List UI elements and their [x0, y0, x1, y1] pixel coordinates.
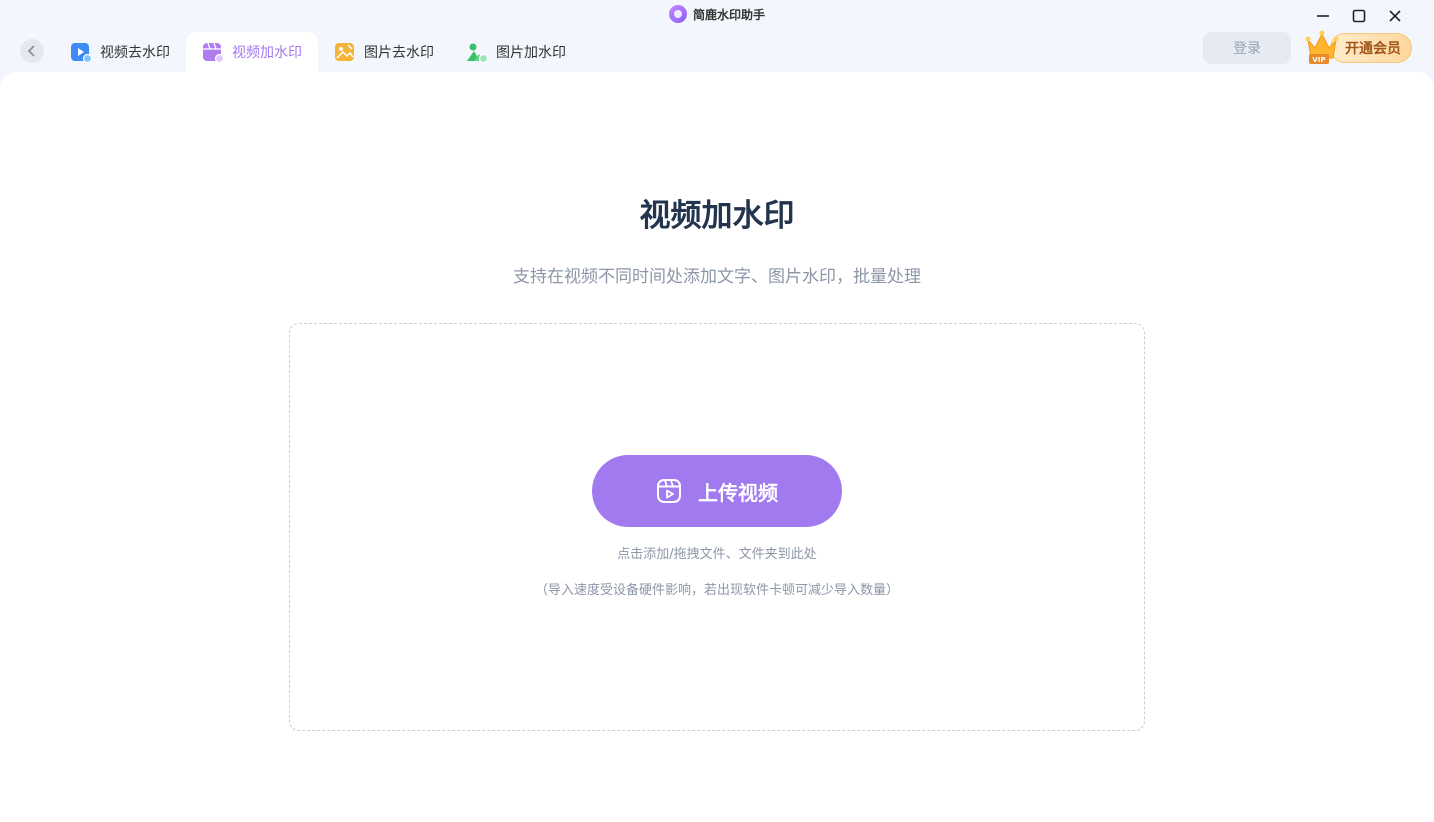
main-panel: 视频加水印 支持在视频不同时间处添加文字、图片水印，批量处理 上传视频 点击添加… [0, 72, 1434, 822]
vip-button[interactable]: 开通会员 [1330, 33, 1412, 63]
app-title: 简鹿水印助手 [668, 5, 765, 23]
tab-label: 图片去水印 [364, 45, 434, 61]
app-title-text: 简鹿水印助手 [692, 7, 765, 22]
window-controls [1310, 4, 1408, 28]
page-title: 视频加水印 [639, 198, 795, 234]
back-button[interactable] [20, 39, 44, 63]
login-button[interactable]: 登录 [1203, 32, 1291, 64]
minimize-button[interactable] [1310, 4, 1336, 28]
close-button[interactable] [1382, 4, 1408, 28]
upload-video-label: 上传视频 [698, 480, 778, 505]
import-note: （导入速度受设备硬件影响，若出现软件卡顿可减少导入数量） [534, 583, 899, 598]
video-upload-icon [657, 479, 681, 503]
chevron-left-icon [27, 45, 35, 57]
tab-label: 视频加水印 [232, 45, 302, 61]
feature-tabs: 视频去水印 视频加水印 图片去水印 图片加水印 [54, 32, 582, 72]
page-subtitle: 支持在视频不同时间处添加文字、图片水印，批量处理 [513, 267, 921, 287]
app-logo-icon [668, 5, 687, 23]
title-bar: 简鹿水印助手 [0, 0, 1434, 28]
vip-button-label: 开通会员 [1345, 41, 1401, 57]
tab-video-add-watermark[interactable]: 视频加水印 [186, 32, 318, 72]
video-add-watermark-icon [202, 41, 224, 63]
vip-badge-text: VIP [1312, 56, 1325, 64]
minimize-icon [1317, 15, 1329, 17]
app-window: 简鹿水印助手 视频去水印 视频加水印 图片去水印 图片加水印 登录 开通会员 V… [0, 0, 1434, 822]
close-icon [1389, 10, 1401, 22]
maximize-icon [1352, 9, 1366, 23]
tab-label: 视频去水印 [100, 45, 170, 61]
image-remove-watermark-icon [334, 41, 356, 63]
image-add-watermark-icon [466, 41, 488, 63]
file-drop-zone[interactable] [289, 323, 1145, 731]
tab-image-add-watermark[interactable]: 图片加水印 [450, 32, 582, 72]
tab-video-remove-watermark[interactable]: 视频去水印 [54, 32, 186, 72]
video-remove-watermark-icon [70, 41, 92, 63]
vip-crown-icon: VIP [1305, 30, 1339, 64]
upload-video-button[interactable]: 上传视频 [592, 455, 842, 527]
tab-image-remove-watermark[interactable]: 图片去水印 [318, 32, 450, 72]
drop-hint: 点击添加/拖拽文件、文件夹到此处 [617, 547, 817, 562]
maximize-button[interactable] [1346, 4, 1372, 28]
tab-label: 图片加水印 [496, 45, 566, 61]
